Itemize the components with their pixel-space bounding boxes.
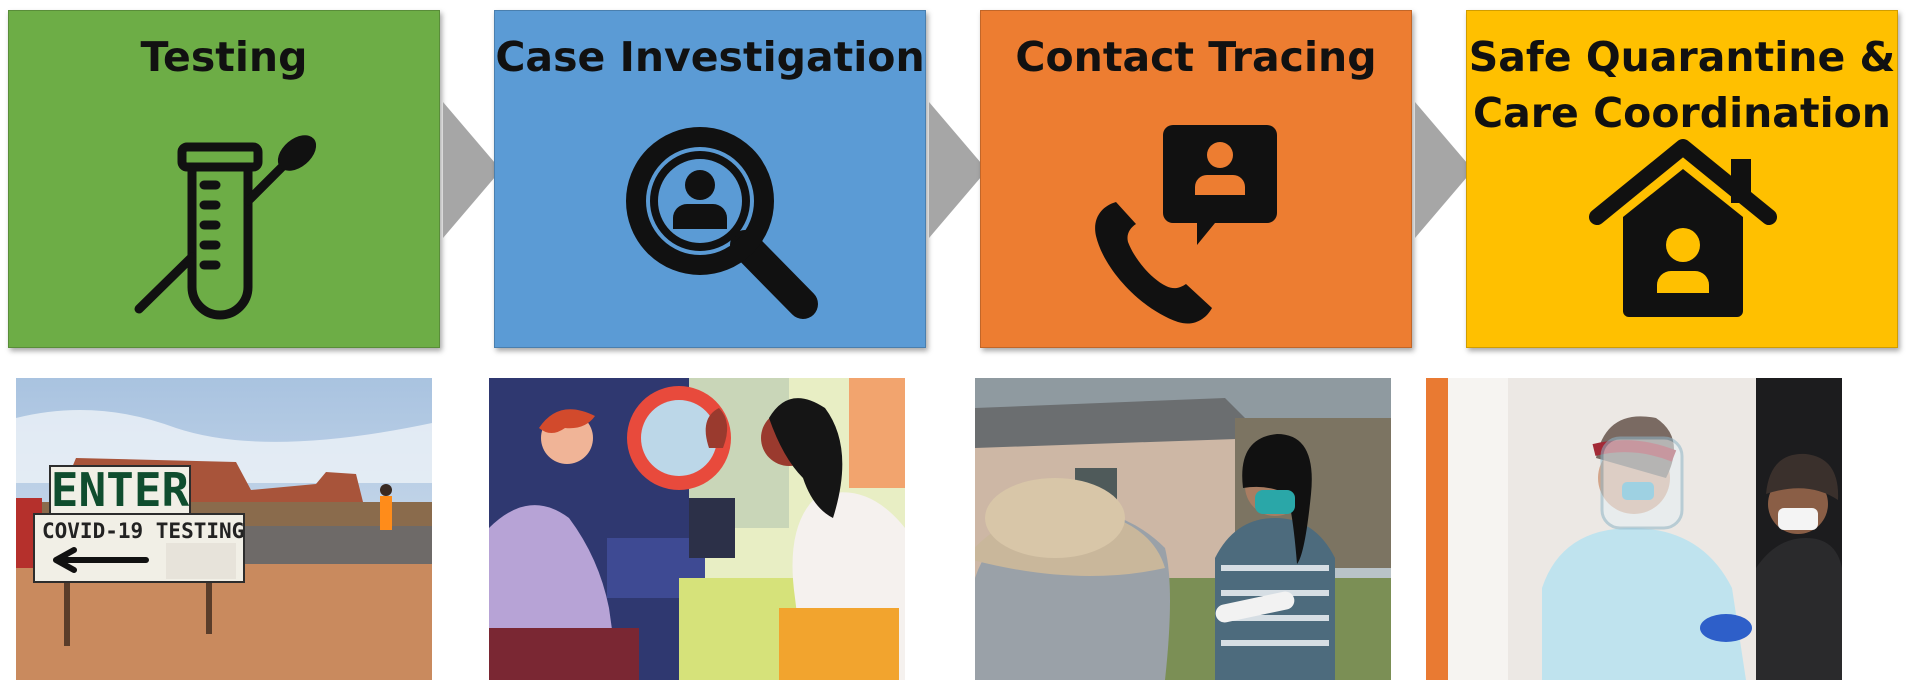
flow-arrow [1415,102,1473,238]
sign-covid-testing-text: COVID-19 TESTING [42,519,244,543]
sign-enter-text: ENTER [51,463,190,517]
testing-site-sign-photo: ENTER COVID-19 TESTING [16,378,432,680]
stage-title: Contact Tracing [1015,33,1377,81]
stage-contact-tracing: Contact Tracing [980,10,1412,348]
magnifier-person-icon [626,127,818,319]
stage-title: Case Investigation [495,33,925,81]
stage-testing: Testing [8,10,440,348]
stage-title: Testing [140,33,308,81]
stage-case-investigation: Case Investigation [494,10,926,348]
flow-arrow [929,102,987,238]
phone-chat-person-icon [1095,125,1277,324]
care-worker-photo [1426,378,1842,680]
stage-safe-quarantine: Safe Quarantine & Care Coordination [1466,10,1898,348]
test-tube-swab-icon [134,135,317,320]
contact-tracer-photo [975,378,1391,680]
flow-arrow [443,102,501,238]
house-person-icon [1589,139,1777,317]
case-investigation-illustration [489,378,905,680]
